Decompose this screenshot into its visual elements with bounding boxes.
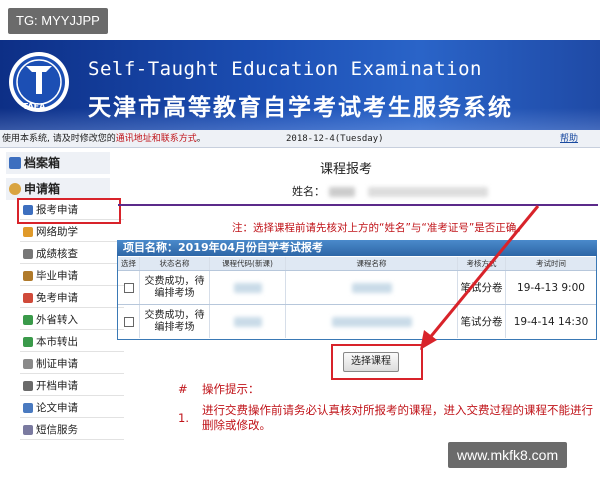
col-select: 选择: [118, 257, 140, 270]
row-status: 交费成功，待编排考场: [140, 305, 210, 338]
row-time: 19-4-13 9:00: [517, 281, 585, 294]
sidebar-item[interactable]: 成绩核查: [20, 244, 124, 264]
table-header: 选择 状态名称 课程代码(新课) 课程名称 考核方式 考试时间: [118, 257, 596, 270]
tips-text: 进行交费操作前请务必认真核对所报考的课程，进入交费过程的课程不能进行删除或修改。: [202, 403, 593, 432]
help-link[interactable]: 帮助: [560, 130, 578, 148]
row-time: 19-4-14 14:30: [513, 315, 589, 328]
sidebar-item[interactable]: 网络助学: [20, 222, 124, 242]
sidebar-item[interactable]: 论文申请: [20, 398, 124, 418]
sidebar-group-archive[interactable]: 档案箱: [6, 152, 110, 174]
sidebar-item-label: 本市转出: [36, 336, 78, 348]
row-status: 交费成功，待编排考场: [140, 271, 210, 304]
sidebar-item[interactable]: 开档申请: [20, 376, 124, 396]
divider: [118, 204, 598, 206]
project-name: 项目名称：2019年04月份自学考试报考: [117, 240, 597, 256]
taea-logo-icon: [9, 52, 69, 112]
sidebar-item[interactable]: 制证申请: [20, 354, 124, 374]
menu-item-icon: [23, 271, 33, 281]
tips-heading: 操作提示：: [202, 382, 260, 396]
notice-text: 使用本系统, 请及时修改您的通讯地址和联系方式。: [2, 134, 206, 144]
watermark-bottom: www.mkfk8.com: [448, 442, 568, 468]
sidebar-item-label: 毕业申请: [36, 270, 78, 282]
name-row: 姓名：: [292, 183, 488, 199]
menu-item-icon: [23, 315, 33, 325]
sidebar-item[interactable]: 本市转出: [20, 332, 124, 352]
sidebar-item-label: 外省转入: [36, 314, 78, 326]
sidebar-item-label: 制证申请: [36, 358, 78, 370]
row-method: 笔试分卷: [458, 271, 506, 304]
logo-text: TAEA: [22, 102, 46, 111]
table-row: 交费成功，待编排考场 笔试分卷 19-4-14 14:30: [118, 304, 596, 338]
sidebar-item[interactable]: 毕业申请: [20, 266, 124, 286]
col-code: 课程代码(新课): [210, 257, 286, 270]
row-method: 笔试分卷: [458, 305, 506, 338]
sidebar-item-label: 网络助学: [36, 226, 78, 238]
apply-box-icon: [9, 183, 21, 195]
col-time: 考试时间: [536, 259, 566, 268]
archive-icon: [9, 157, 21, 169]
sidebar-item-label: 短信服务: [36, 424, 78, 436]
name-label: 姓名：: [292, 185, 325, 198]
site-banner: TAEA Self-Taught Education Examination 天…: [0, 40, 600, 130]
sidebar-item-label: 成绩核查: [36, 248, 78, 260]
contact-link[interactable]: 通讯地址和联系方式: [116, 134, 197, 144]
sidebar-item-label: 免考申请: [36, 292, 78, 304]
table-row: 交费成功，待编排考场 笔试分卷 19-4-13 9:00: [118, 270, 596, 304]
banner-title-cn: 天津市高等教育自学考试考生服务系统: [88, 95, 513, 121]
menu-item-icon: [23, 425, 33, 435]
col-method: 考核方式: [458, 257, 506, 270]
menu-item-icon: [23, 337, 33, 347]
col-status: 状态名称: [140, 257, 210, 270]
banner-title-en: Self-Taught Education Examination: [88, 58, 482, 80]
watermark-top: TG: MYYJJPP: [8, 8, 108, 34]
menu-item-icon: [23, 293, 33, 303]
verify-note: 注：选择课程前请先核对上方的“姓名”与“准考证号”是否正确。: [232, 222, 527, 234]
sidebar-item[interactable]: 外省转入: [20, 310, 124, 330]
sidebar-item-label: 论文申请: [36, 402, 78, 414]
menu-item-icon: [23, 249, 33, 259]
menu-item-icon: [23, 227, 33, 237]
col-course: 课程名称: [286, 257, 458, 270]
sidebar-item[interactable]: 短信服务: [20, 420, 124, 440]
page-title: 课程报考: [320, 162, 373, 177]
info-strip: 使用本系统, 请及时修改您的通讯地址和联系方式。 2018-12-4(Tuesd…: [0, 130, 600, 148]
highlight-box-menu: [17, 198, 121, 224]
menu-item-icon: [23, 359, 33, 369]
row-checkbox[interactable]: [123, 282, 134, 293]
sidebar-item[interactable]: 免考申请: [20, 288, 124, 308]
current-date: 2018-12-4(Tuesday): [286, 134, 384, 144]
sidebar-group-apply[interactable]: 申请箱: [6, 178, 110, 200]
menu-item-icon: [23, 381, 33, 391]
sidebar-item-label: 开档申请: [36, 380, 78, 392]
row-checkbox[interactable]: [123, 316, 134, 327]
operation-tips: # 操作提示： 1. 进行交费操作前请务必认真核对所报考的课程，进入交费过程的课程…: [178, 382, 600, 433]
menu-item-icon: [23, 403, 33, 413]
highlight-box-button: [331, 344, 423, 380]
